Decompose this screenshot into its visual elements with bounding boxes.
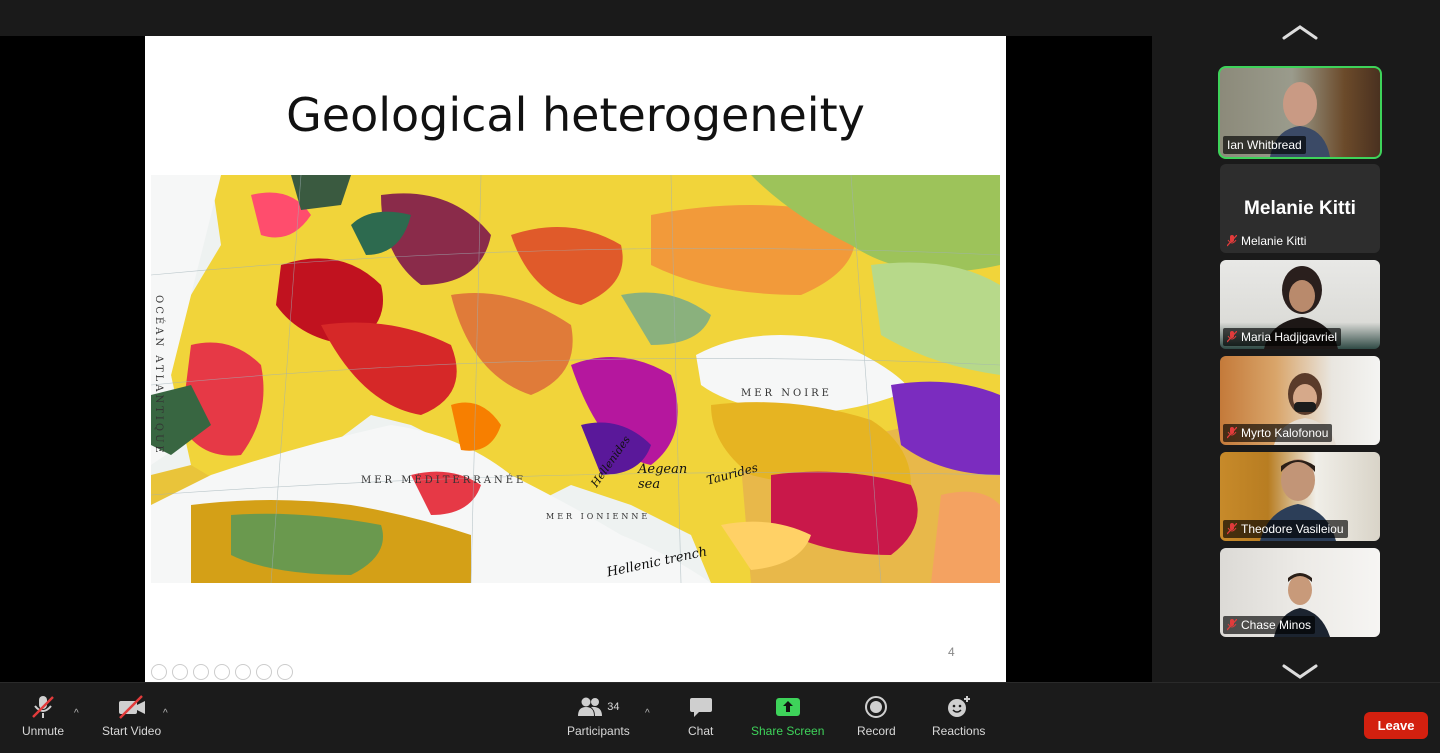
audio-options-caret-icon[interactable]: ^ [74, 708, 79, 719]
participants-count: 34 [607, 701, 620, 713]
gallery-up-chevron-icon[interactable] [1282, 24, 1318, 40]
map-label-ionian-sea: MER IONIENNE [546, 512, 651, 521]
participants-button[interactable]: 34 Participants [567, 694, 630, 738]
map-label-mediterranean: MER MÉDITERRANÉE [361, 475, 527, 486]
slides-grid-icon[interactable] [214, 664, 230, 680]
muted-mic-icon [1227, 235, 1237, 247]
participant-tile-chase-minos[interactable]: Chase Minos [1220, 548, 1380, 637]
more-options-icon[interactable] [277, 664, 293, 680]
geological-map-drawing [151, 175, 1000, 583]
slide-controls [151, 664, 293, 680]
participant-name-label: Maria Hadjigavriel [1223, 328, 1342, 346]
participant-placeholder-name: Melanie Kitti [1244, 198, 1356, 219]
slide-page-number: 4 [948, 645, 955, 659]
presentation-slide: Geological heterogeneity MER NOIRE MER M… [145, 36, 1006, 682]
video-off-icon [118, 695, 145, 719]
map-label-ocean: OCÉAN ATLANTIQUE [153, 295, 164, 456]
pen-icon[interactable] [193, 664, 209, 680]
slide-title: Geological heterogeneity [286, 88, 865, 142]
participants-icon [578, 697, 603, 716]
share-screen-button[interactable]: Share Screen [751, 694, 824, 738]
participant-name-label: Chase Minos [1223, 616, 1316, 634]
reactions-smiley-icon [947, 696, 970, 717]
chat-bubble-icon [689, 698, 712, 717]
share-screen-icon [775, 698, 800, 716]
muted-mic-icon [1227, 427, 1237, 439]
participant-name-label: Melanie Kitti [1223, 232, 1310, 250]
record-icon [865, 696, 888, 718]
subtitles-icon[interactable] [256, 664, 272, 680]
meeting-toolbar [0, 682, 1440, 753]
chat-button[interactable]: Chat [688, 694, 713, 738]
geological-map-image: MER NOIRE MER MÉDITERRANÉE MER IONIENNE … [151, 175, 1000, 583]
prev-slide-icon[interactable] [151, 664, 167, 680]
gallery-down-chevron-icon[interactable] [1282, 664, 1318, 680]
participants-options-caret-icon[interactable]: ^ [645, 708, 650, 719]
leave-button[interactable]: Leave [1364, 712, 1428, 739]
map-label-aegean-sea: Aegean sea [638, 462, 688, 492]
unmute-button[interactable]: Unmute [22, 694, 64, 738]
participant-tile-myrto-kalofonou[interactable]: Myrto Kalofonou [1220, 356, 1380, 445]
participant-tile-maria-hadjigavriel[interactable]: Maria Hadjigavriel [1220, 260, 1380, 349]
reactions-button[interactable]: Reactions [932, 694, 985, 738]
video-options-caret-icon[interactable]: ^ [163, 708, 168, 719]
muted-microphone-icon [32, 696, 54, 718]
participant-name-label: Ian Whitbread [1223, 136, 1306, 154]
muted-mic-icon [1227, 331, 1237, 343]
muted-mic-icon [1227, 619, 1237, 631]
zoom-icon[interactable] [235, 664, 251, 680]
participant-name-label: Theodore Vasileiou [1223, 520, 1348, 538]
record-button[interactable]: Record [857, 694, 896, 738]
participant-tile-ian-whitbread[interactable]: Ian Whitbread [1218, 66, 1382, 159]
participant-tile-melanie-kitti[interactable]: Melanie Kitti Melanie Kitti [1220, 164, 1380, 253]
participant-name-label: Myrto Kalofonou [1223, 424, 1333, 442]
map-label-black-sea: MER NOIRE [741, 388, 832, 399]
muted-mic-icon [1227, 523, 1237, 535]
next-slide-icon[interactable] [172, 664, 188, 680]
start-video-button[interactable]: Start Video [102, 694, 161, 738]
shared-screen-area: Geological heterogeneity MER NOIRE MER M… [0, 36, 1152, 682]
participant-tile-theodore-vasileiou[interactable]: Theodore Vasileiou [1220, 452, 1380, 541]
